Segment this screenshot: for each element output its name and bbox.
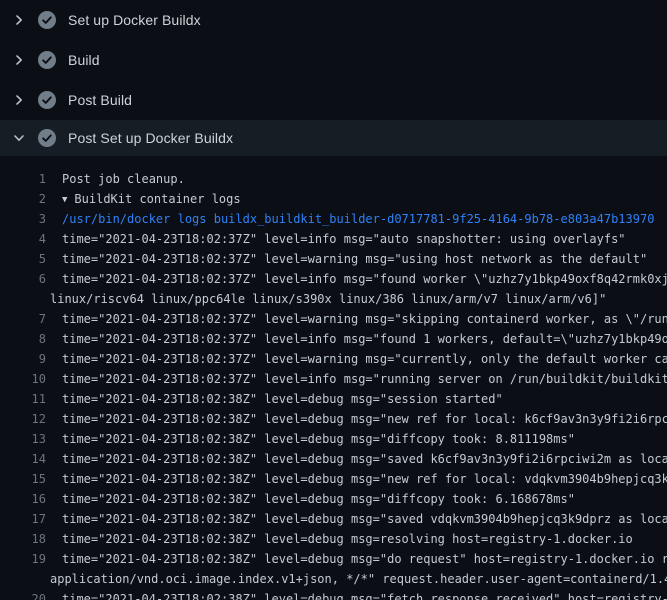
log-line: 9 time="2021-04-23T18:02:37Z" level=warn…: [0, 349, 667, 369]
chevron-right-icon: [13, 94, 25, 106]
check-circle-icon: [38, 91, 56, 109]
line-number[interactable]: 9: [0, 349, 46, 369]
log-output: 1 Post job cleanup. 2 ▼BuildKit containe…: [0, 156, 667, 600]
log-line-continuation: application/vnd.oci.image.index.v1+json,…: [0, 569, 667, 589]
log-text: ▼BuildKit container logs: [62, 189, 241, 209]
log-text: time="2021-04-23T18:02:37Z" level=info m…: [62, 329, 667, 349]
log-line: 18 time="2021-04-23T18:02:38Z" level=deb…: [0, 529, 667, 549]
line-number[interactable]: 2: [0, 189, 46, 209]
line-number[interactable]: 10: [0, 369, 46, 389]
log-line: 12 time="2021-04-23T18:02:38Z" level=deb…: [0, 409, 667, 429]
log-text: time="2021-04-23T18:02:38Z" level=debug …: [62, 489, 575, 509]
log-line: 16 time="2021-04-23T18:02:38Z" level=deb…: [0, 489, 667, 509]
log-line: 7 time="2021-04-23T18:02:37Z" level=warn…: [0, 309, 667, 329]
line-number[interactable]: 19: [0, 549, 46, 569]
log-text: time="2021-04-23T18:02:38Z" level=debug …: [62, 409, 667, 429]
steps-list: Set up Docker Buildx Build P: [0, 0, 667, 156]
log-text: time="2021-04-23T18:02:37Z" level=warnin…: [62, 249, 647, 269]
log-text: time="2021-04-23T18:02:37Z" level=warnin…: [62, 309, 667, 329]
step-label: Post Build: [68, 92, 132, 108]
line-number[interactable]: [0, 569, 46, 589]
log-line: 5 time="2021-04-23T18:02:37Z" level=warn…: [0, 249, 667, 269]
step-header[interactable]: Post Set up Docker Buildx: [0, 120, 667, 156]
log-text: time="2021-04-23T18:02:37Z" level=info m…: [62, 269, 667, 289]
log-text: time="2021-04-23T18:02:37Z" level=info m…: [62, 229, 626, 249]
line-number[interactable]: 1: [0, 169, 46, 189]
log-text: linux/riscv64 linux/ppc64le linux/s390x …: [50, 289, 606, 309]
log-line: 13 time="2021-04-23T18:02:38Z" level=deb…: [0, 429, 667, 449]
line-number[interactable]: 3: [0, 209, 46, 229]
log-line: 4 time="2021-04-23T18:02:37Z" level=info…: [0, 229, 667, 249]
log-line: 20 time="2021-04-23T18:02:38Z" level=deb…: [0, 589, 667, 600]
log-line: 3 /usr/bin/docker logs buildx_buildkit_b…: [0, 209, 667, 229]
line-number[interactable]: 7: [0, 309, 46, 329]
step-label: Post Set up Docker Buildx: [68, 130, 233, 146]
chevron-right-icon: [13, 14, 25, 26]
line-number[interactable]: 14: [0, 449, 46, 469]
line-number[interactable]: 4: [0, 229, 46, 249]
line-number[interactable]: 11: [0, 389, 46, 409]
line-number[interactable]: 17: [0, 509, 46, 529]
log-line: 10 time="2021-04-23T18:02:37Z" level=inf…: [0, 369, 667, 389]
line-number[interactable]: 8: [0, 329, 46, 349]
chevron-right-icon: [13, 54, 25, 66]
line-number[interactable]: 6: [0, 269, 46, 289]
step-label: Build: [68, 52, 100, 68]
log-line: 1 Post job cleanup.: [0, 169, 667, 189]
line-number[interactable]: [0, 289, 46, 309]
log-text: time="2021-04-23T18:02:38Z" level=debug …: [62, 529, 633, 549]
log-group-toggle[interactable]: 2 ▼BuildKit container logs: [0, 189, 667, 209]
log-line: 15 time="2021-04-23T18:02:38Z" level=deb…: [0, 469, 667, 489]
log-text: time="2021-04-23T18:02:38Z" level=debug …: [62, 429, 575, 449]
log-text: time="2021-04-23T18:02:38Z" level=debug …: [62, 549, 667, 569]
log-line: 19 time="2021-04-23T18:02:38Z" level=deb…: [0, 549, 667, 569]
line-number[interactable]: 5: [0, 249, 46, 269]
log-text: Post job cleanup.: [62, 169, 185, 189]
line-number[interactable]: 13: [0, 429, 46, 449]
log-text: time="2021-04-23T18:02:37Z" level=info m…: [62, 369, 667, 389]
step-header[interactable]: Post Build: [0, 80, 667, 120]
actions-log-viewer: Set up Docker Buildx Build P: [0, 0, 667, 600]
log-text: time="2021-04-23T18:02:38Z" level=debug …: [62, 389, 503, 409]
log-text: time="2021-04-23T18:02:37Z" level=warnin…: [62, 349, 667, 369]
log-text: time="2021-04-23T18:02:38Z" level=debug …: [62, 469, 667, 489]
log-line-continuation: linux/riscv64 linux/ppc64le linux/s390x …: [0, 289, 667, 309]
step-label: Set up Docker Buildx: [68, 12, 201, 28]
step-header[interactable]: Build: [0, 40, 667, 80]
line-number[interactable]: 15: [0, 469, 46, 489]
log-line: 14 time="2021-04-23T18:02:38Z" level=deb…: [0, 449, 667, 469]
check-circle-icon: [38, 129, 56, 147]
log-text: /usr/bin/docker logs buildx_buildkit_bui…: [62, 209, 654, 229]
check-circle-icon: [38, 51, 56, 69]
line-number[interactable]: 16: [0, 489, 46, 509]
log-line: 17 time="2021-04-23T18:02:38Z" level=deb…: [0, 509, 667, 529]
log-text: time="2021-04-23T18:02:38Z" level=debug …: [62, 589, 667, 600]
line-number[interactable]: 18: [0, 529, 46, 549]
step-header[interactable]: Set up Docker Buildx: [0, 0, 667, 40]
check-circle-icon: [38, 11, 56, 29]
log-text: application/vnd.oci.image.index.v1+json,…: [50, 569, 667, 589]
triangle-down-icon: ▼: [62, 190, 67, 209]
chevron-down-icon: [13, 132, 25, 144]
line-number[interactable]: 12: [0, 409, 46, 429]
line-number[interactable]: 20: [0, 589, 46, 600]
log-line: 11 time="2021-04-23T18:02:38Z" level=deb…: [0, 389, 667, 409]
log-line: 6 time="2021-04-23T18:02:37Z" level=info…: [0, 269, 667, 289]
log-line: 8 time="2021-04-23T18:02:37Z" level=info…: [0, 329, 667, 349]
log-text: time="2021-04-23T18:02:38Z" level=debug …: [62, 509, 667, 529]
log-text: time="2021-04-23T18:02:38Z" level=debug …: [62, 449, 667, 469]
